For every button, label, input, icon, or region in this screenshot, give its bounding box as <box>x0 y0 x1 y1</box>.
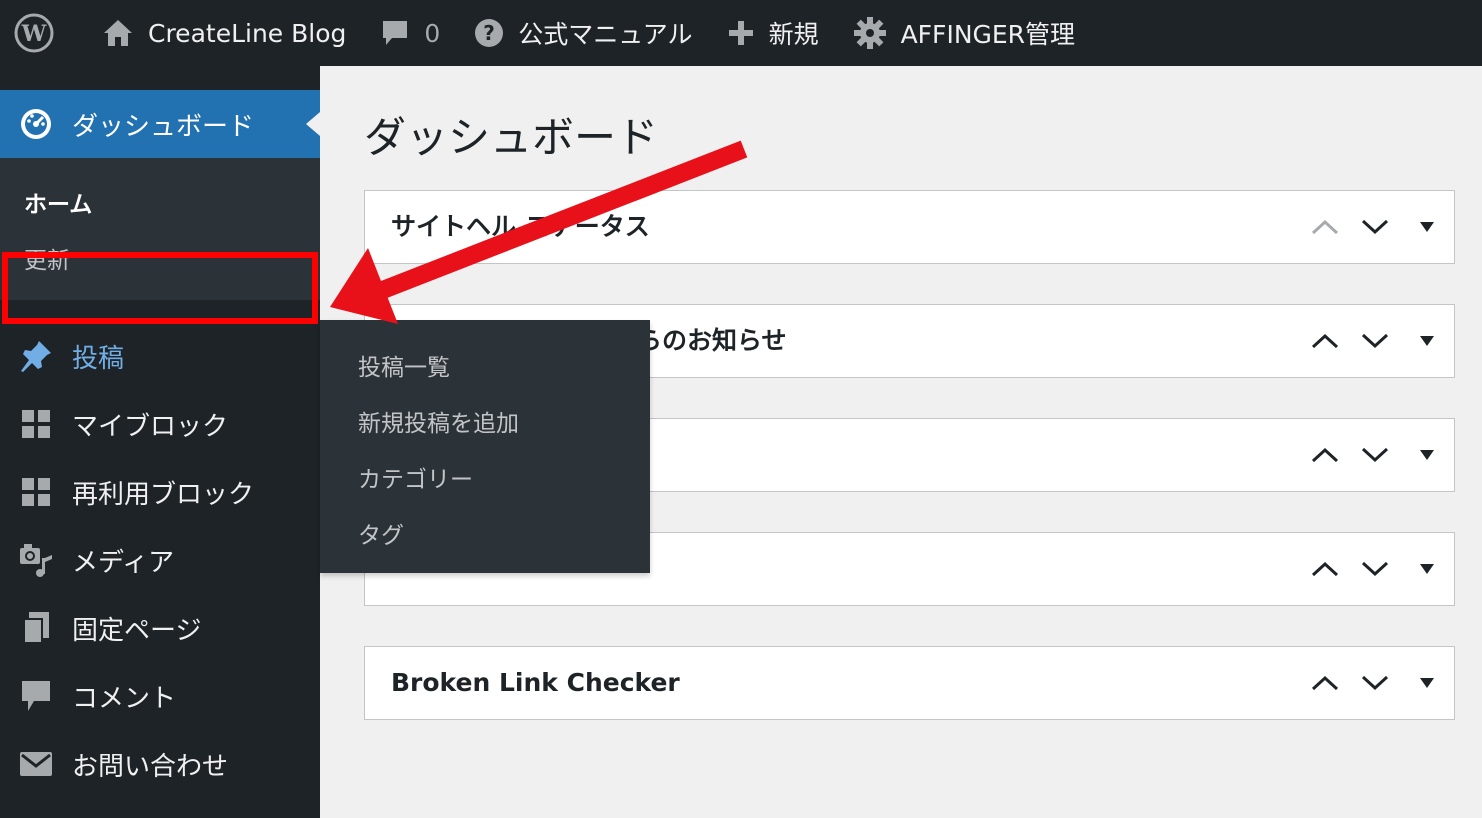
widget-title: らのお知らせ <box>637 326 787 355</box>
menu-media[interactable]: メディア <box>0 526 320 594</box>
comments-count: 0 <box>424 18 441 48</box>
manual-link[interactable]: ? 公式マニュアル <box>474 0 693 66</box>
flyout-add-new-post[interactable]: 新規投稿を追加 <box>358 404 519 438</box>
highlight-box <box>2 252 318 324</box>
move-down-button[interactable] <box>1357 209 1393 245</box>
menu-posts-label: 投稿 <box>72 343 125 374</box>
admin-bar: W CreateLine Blog 0 ? 公式マニュアル 新規 AFFINGE… <box>0 0 1482 66</box>
menu-my-blocks-label: マイブロック <box>72 411 229 442</box>
svg-text:?: ? <box>483 21 495 45</box>
help-icon: ? <box>474 18 504 48</box>
menu-media-label: メディア <box>72 547 175 578</box>
widget-broken-link-checker: Broken Link Checker <box>364 646 1455 720</box>
pages-icon <box>18 610 54 646</box>
site-name-label: CreateLine Blog <box>148 18 347 48</box>
site-name-link[interactable]: CreateLine Blog <box>102 0 346 66</box>
mail-icon <box>18 746 54 782</box>
flyout-tags[interactable]: タグ <box>358 516 404 550</box>
page-title: ダッシュボード <box>364 113 659 162</box>
move-down-button[interactable] <box>1357 437 1393 473</box>
blocks-icon <box>18 406 54 442</box>
wordpress-icon: W <box>14 13 54 53</box>
plus-icon <box>727 19 755 47</box>
comments-link[interactable]: 0 <box>380 0 440 66</box>
widget-site-health: サイトヘル ステータス <box>364 190 1455 264</box>
move-up-button[interactable] <box>1307 665 1343 701</box>
submenu-home[interactable]: ホーム <box>24 185 92 219</box>
toggle-panel-button[interactable] <box>1409 551 1445 587</box>
comment-icon <box>18 678 54 714</box>
current-menu-notch <box>306 112 320 136</box>
home-icon <box>102 18 134 48</box>
widget-title: サイトヘル ステータス <box>391 212 650 241</box>
manual-label: 公式マニュアル <box>518 20 693 49</box>
menu-pages[interactable]: 固定ページ <box>0 594 320 662</box>
move-up-button[interactable] <box>1307 551 1343 587</box>
toggle-panel-button[interactable] <box>1409 437 1445 473</box>
comment-bubble-icon <box>380 18 410 48</box>
admin-sidebar: ダッシュボード ホーム 更新 投稿 マイブロック 再利用ブロック メディア 固定… <box>0 66 320 818</box>
media-icon <box>18 542 54 578</box>
menu-contact[interactable]: お問い合わせ <box>0 730 320 798</box>
menu-dashboard-label: ダッシュボード <box>72 111 255 142</box>
blocks-icon <box>18 474 54 510</box>
toggle-panel-button[interactable] <box>1409 665 1445 701</box>
move-down-button[interactable] <box>1357 665 1393 701</box>
pin-icon <box>18 338 54 374</box>
affinger-label: AFFINGER管理 <box>900 20 1076 49</box>
dashboard-icon <box>18 106 54 142</box>
menu-my-blocks[interactable]: マイブロック <box>0 390 320 458</box>
widget-title: Broken Link Checker <box>391 668 680 697</box>
gear-icon <box>853 16 887 50</box>
menu-posts[interactable]: 投稿 <box>0 322 320 390</box>
move-up-button[interactable] <box>1307 437 1343 473</box>
menu-pages-label: 固定ページ <box>72 615 202 646</box>
move-up-button[interactable] <box>1307 209 1343 245</box>
new-label: 新規 <box>768 20 819 49</box>
posts-flyout-menu: 投稿一覧 新規投稿を追加 カテゴリー タグ <box>320 320 650 573</box>
toggle-panel-button[interactable] <box>1409 209 1445 245</box>
menu-reusable-blocks-label: 再利用ブロック <box>72 479 255 510</box>
affinger-link[interactable]: AFFINGER管理 <box>853 0 1075 66</box>
toggle-panel-button[interactable] <box>1409 323 1445 359</box>
menu-comments-label: コメント <box>72 683 177 714</box>
svg-text:W: W <box>21 21 47 47</box>
menu-comments[interactable]: コメント <box>0 662 320 730</box>
menu-contact-label: お問い合わせ <box>72 751 229 782</box>
menu-reusable-blocks[interactable]: 再利用ブロック <box>0 458 320 526</box>
move-up-button[interactable] <box>1307 323 1343 359</box>
wordpress-logo-button[interactable]: W <box>14 0 68 66</box>
move-down-button[interactable] <box>1357 323 1393 359</box>
menu-dashboard[interactable]: ダッシュボード <box>0 90 320 158</box>
move-down-button[interactable] <box>1357 551 1393 587</box>
flyout-all-posts[interactable]: 投稿一覧 <box>358 348 450 382</box>
new-content-link[interactable]: 新規 <box>727 0 819 66</box>
flyout-categories[interactable]: カテゴリー <box>358 460 473 494</box>
